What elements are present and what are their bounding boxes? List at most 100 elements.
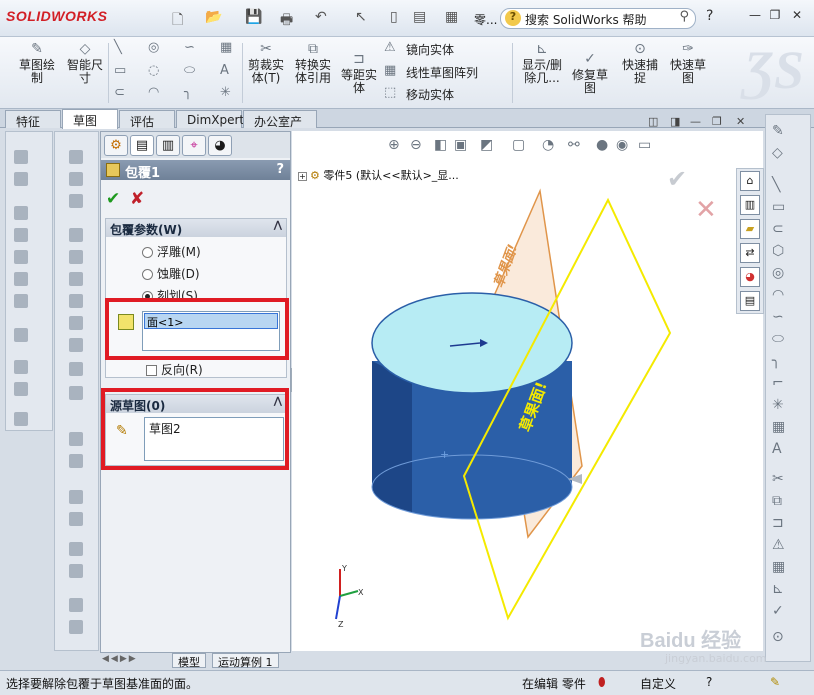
tab-sketch[interactable]: 草图 bbox=[62, 109, 118, 129]
deboss-radio[interactable]: 蚀雕(D) bbox=[142, 265, 200, 282]
configuration-manager-tab-icon[interactable]: ▥ bbox=[156, 135, 180, 156]
toolbar-icon[interactable] bbox=[69, 598, 83, 612]
toolbar-icon[interactable] bbox=[69, 620, 83, 634]
restore-button[interactable]: ❐ bbox=[766, 8, 784, 24]
text-icon[interactable]: A bbox=[220, 63, 229, 78]
toolbar-icon[interactable] bbox=[14, 328, 28, 342]
view-restore-icon[interactable]: ❐ bbox=[712, 115, 722, 128]
options-icon[interactable]: ▦ bbox=[445, 9, 458, 25]
ok-check-icon[interactable]: ✔ bbox=[106, 189, 120, 209]
property-manager-tab-icon[interactable]: ▤ bbox=[130, 135, 154, 156]
custom-properties-icon[interactable]: ▤ bbox=[740, 291, 760, 311]
dimension-grid-icon[interactable]: ▦ bbox=[220, 40, 232, 55]
new-document-icon[interactable]: 🗋 bbox=[172, 9, 183, 33]
arc-icon[interactable]: ◠ bbox=[772, 287, 784, 303]
help-search-input[interactable]: ? 搜索 SolidWorks 帮助 ⚲ bbox=[500, 8, 696, 29]
view-close-icon[interactable]: ✕ bbox=[736, 115, 745, 128]
save-icon[interactable]: 💾 bbox=[245, 9, 262, 25]
toolbar-icon[interactable] bbox=[14, 382, 28, 396]
line-icon[interactable]: ╲ bbox=[772, 177, 780, 193]
convert-entities-button[interactable]: ⧉ 转换实 体引用 bbox=[291, 41, 335, 85]
home-icon[interactable]: ⌂ bbox=[740, 171, 760, 191]
relations-icon[interactable]: ⊾ bbox=[772, 581, 784, 597]
toolbar-icon[interactable] bbox=[69, 432, 83, 446]
quick-snaps-button[interactable]: ⊙ 快速捕 捉 bbox=[618, 41, 662, 85]
toolbar-icon[interactable] bbox=[69, 454, 83, 468]
appearances-icon[interactable]: ◕ bbox=[740, 267, 760, 287]
spline-icon[interactable]: ∽ bbox=[772, 309, 784, 325]
toolbar-icon[interactable] bbox=[14, 250, 28, 264]
graphics-area[interactable]: ◫ ◨ — ❐ ✕ ⊕ ⊖ ◧ ▣ ◩ ▢ ◔ ⚯ ● ◉ ▭ + ⚙ 零件5 (… bbox=[292, 115, 763, 651]
line-icon[interactable]: ╲ bbox=[114, 40, 122, 55]
toolbar-icon[interactable] bbox=[69, 316, 83, 330]
text-icon[interactable]: A bbox=[772, 441, 782, 457]
toolbar-icon[interactable] bbox=[14, 228, 28, 242]
move-entities-button[interactable]: 移动实体 bbox=[406, 86, 454, 103]
rapid-sketch-button[interactable]: ✑ 快速草 图 bbox=[666, 41, 710, 85]
dimension-icon[interactable]: ◇ bbox=[772, 145, 783, 161]
polygon-icon[interactable]: ◌ bbox=[148, 63, 159, 78]
repair-sketch-button[interactable]: ✓ 修复草 图 bbox=[570, 51, 610, 95]
convert-icon[interactable]: ⧉ bbox=[772, 493, 782, 509]
trim-icon[interactable]: ✂ bbox=[772, 471, 784, 487]
mirror-entities-button[interactable]: 镜向实体 bbox=[406, 41, 454, 58]
toolbar-icon[interactable] bbox=[69, 194, 83, 208]
feature-manager-tab-icon[interactable]: ⚙ bbox=[104, 135, 128, 156]
offset-icon[interactable]: ⊐ bbox=[772, 515, 784, 531]
tab-model[interactable]: 模型 bbox=[172, 653, 206, 669]
rebuild-icon[interactable]: ▯ bbox=[390, 9, 398, 25]
magnifier-icon[interactable]: ⚲ bbox=[679, 9, 689, 24]
circle-icon[interactable]: ◎ bbox=[148, 40, 159, 55]
close-button[interactable]: ✕ bbox=[788, 8, 806, 24]
toolbar-icon[interactable] bbox=[69, 564, 83, 578]
toolbar-icon[interactable] bbox=[14, 360, 28, 374]
design-library-icon[interactable]: ▥ bbox=[740, 195, 760, 215]
toolbar-icon[interactable] bbox=[69, 172, 83, 186]
collapse-chevron-icon[interactable]: ⋀ bbox=[274, 220, 282, 231]
toolbar-icon[interactable] bbox=[69, 228, 83, 242]
undo-icon[interactable]: ↶ bbox=[315, 9, 327, 25]
toolbar-icon[interactable] bbox=[69, 150, 83, 164]
rebuild-status-icon[interactable]: ⬮ bbox=[598, 675, 606, 690]
trim-button[interactable]: ✂ 剪裁实 体(T) bbox=[245, 41, 287, 85]
print-icon[interactable]: 🖶 bbox=[280, 9, 293, 33]
grid-icon[interactable]: ▦ bbox=[772, 419, 785, 435]
quick-snap-icon[interactable]: ⊙ bbox=[772, 629, 784, 645]
tab-features[interactable]: 特征 bbox=[5, 110, 61, 129]
linear-pattern-button[interactable]: 线性草图阵列 bbox=[406, 64, 478, 81]
chamfer-icon[interactable]: ⌐ bbox=[772, 375, 784, 391]
ellipse-icon[interactable]: ⬭ bbox=[184, 63, 195, 78]
repair-icon[interactable]: ✓ bbox=[772, 603, 784, 619]
toolbar-icon[interactable] bbox=[69, 272, 83, 286]
polygon-icon[interactable]: ⬡ bbox=[772, 243, 784, 259]
cancel-x-icon[interactable]: ✘ bbox=[130, 189, 144, 209]
tab-dimxpert[interactable]: DimXpert bbox=[176, 110, 244, 128]
rectangle-icon[interactable]: ▭ bbox=[772, 199, 785, 215]
wrap-parameters-header[interactable]: 包覆参数(W) ⋀ bbox=[106, 219, 286, 237]
tab-office-products[interactable]: 办公室产品 bbox=[243, 110, 317, 146]
toolbar-icon[interactable] bbox=[14, 150, 28, 164]
toolbar-icon[interactable] bbox=[69, 362, 83, 376]
toolbar-icon[interactable] bbox=[14, 294, 28, 308]
mirror-icon[interactable]: ⚠ bbox=[772, 537, 785, 553]
rectangle-icon[interactable]: ▭ bbox=[114, 63, 126, 78]
toolbar-icon[interactable] bbox=[69, 542, 83, 556]
minimize-button[interactable]: — bbox=[746, 8, 764, 24]
offset-entities-button[interactable]: ⊐ 等距实 体 bbox=[338, 51, 380, 95]
help-icon[interactable]: ? bbox=[706, 8, 713, 24]
sketch-button[interactable]: ✎ 草图绘 制 bbox=[14, 41, 60, 85]
spline-icon[interactable]: ∽ bbox=[184, 40, 195, 55]
toolbar-icon[interactable] bbox=[69, 338, 83, 352]
toolbar-icon[interactable] bbox=[69, 512, 83, 526]
status-note-icon[interactable]: ✎ bbox=[770, 675, 780, 689]
toolbar-icon[interactable] bbox=[69, 294, 83, 308]
display-delete-relations-button[interactable]: ⊾ 显示/删 除几... bbox=[518, 41, 566, 85]
tab-scroll-arrows-icon[interactable]: ◀◀▶▶ bbox=[102, 654, 138, 664]
slot-icon[interactable]: ⊂ bbox=[114, 85, 125, 100]
toolbar-icon[interactable] bbox=[69, 250, 83, 264]
view-split2-icon[interactable]: ◨ bbox=[670, 115, 680, 128]
status-custom[interactable]: 自定义 bbox=[640, 675, 676, 692]
fillet-icon[interactable]: ╮ bbox=[184, 85, 192, 100]
reverse-direction-checkbox[interactable]: 反向(R) bbox=[146, 361, 203, 378]
toolbar-icon[interactable] bbox=[69, 386, 83, 400]
